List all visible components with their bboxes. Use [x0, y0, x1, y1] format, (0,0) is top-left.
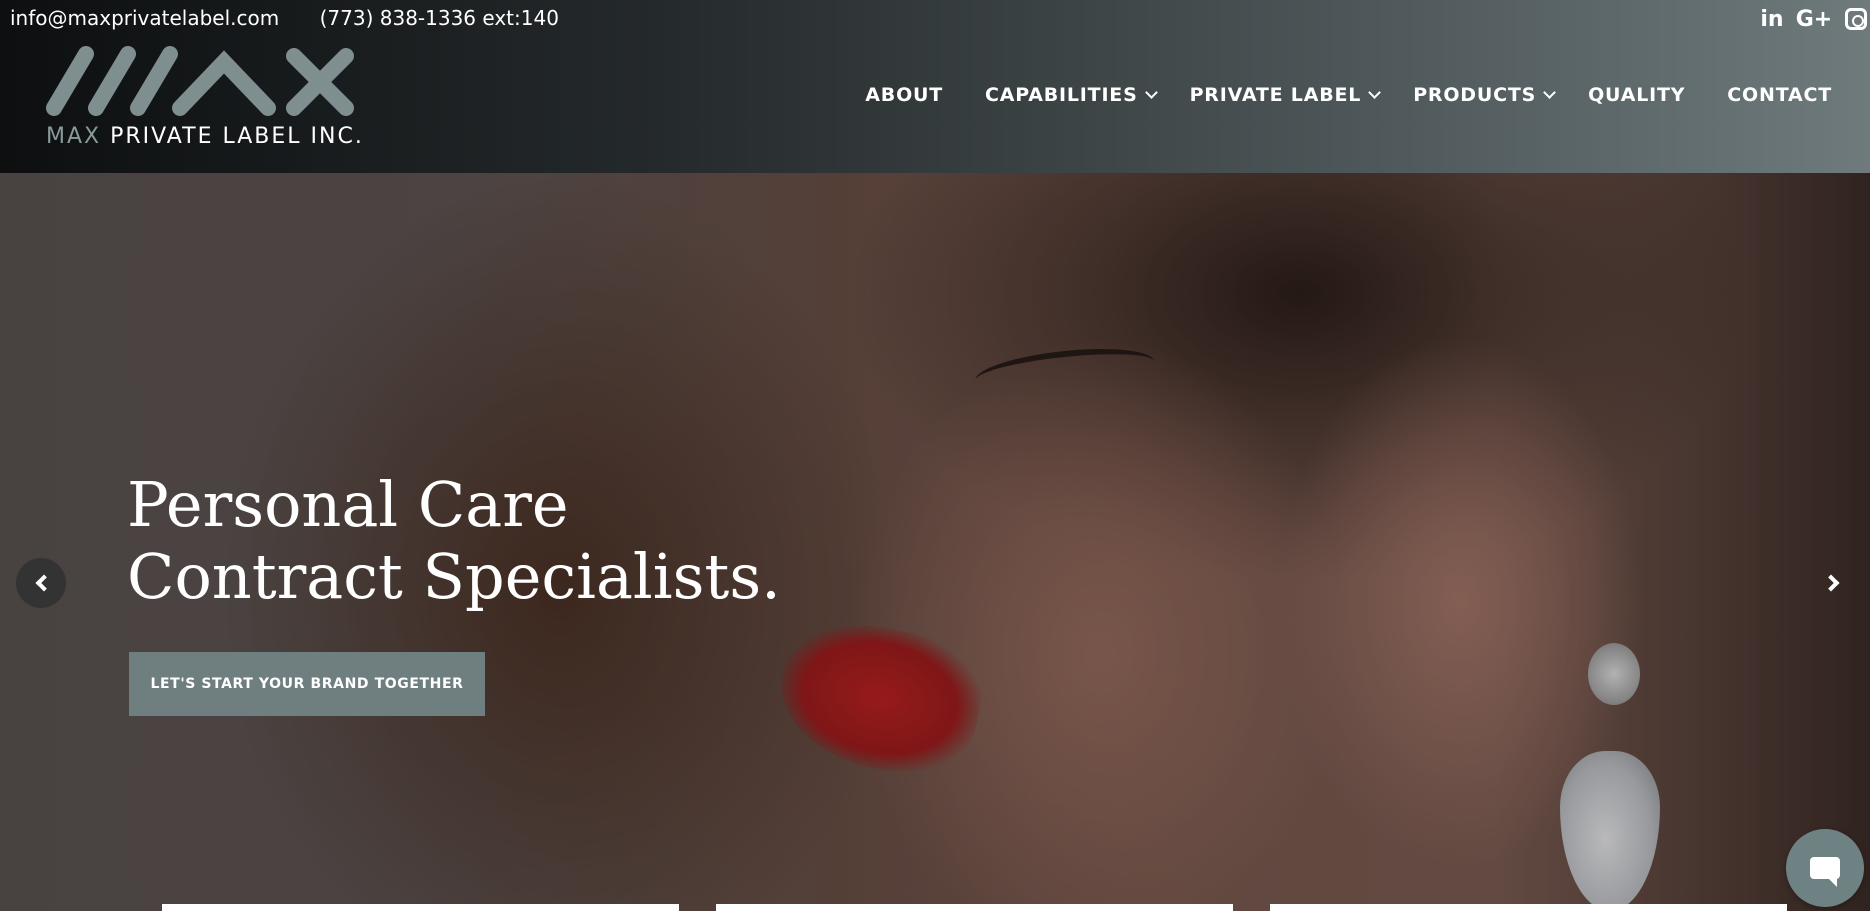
nav-private-label[interactable]: PRIVATE LABEL: [1189, 84, 1382, 106]
nav-private-label-label: PRIVATE LABEL: [1189, 84, 1362, 106]
chevron-right-icon: [1822, 574, 1840, 592]
google-plus-icon[interactable]: G+: [1796, 5, 1833, 33]
hero-headline-line-2: Contract Specialists.: [127, 540, 781, 613]
nav-products-label: PRODUCTS: [1413, 84, 1537, 106]
nav-contact[interactable]: CONTACT: [1727, 84, 1832, 106]
instagram-icon[interactable]: [1842, 5, 1870, 33]
hero-headline-line-1: Personal Care: [127, 468, 569, 541]
start-brand-button[interactable]: LET'S START YOUR BRAND TOGETHER: [129, 652, 485, 716]
slider-next-button[interactable]: [1818, 563, 1848, 603]
nav-quality[interactable]: QUALITY: [1588, 84, 1685, 106]
hero-headline: Personal Care Contract Specialists.: [127, 469, 781, 613]
social-links: in G+: [1758, 5, 1870, 33]
feature-cards-strip: [0, 904, 1870, 911]
logo-company-name: PRIVATE LABEL INC.: [110, 124, 364, 149]
nav-quality-label: QUALITY: [1588, 84, 1686, 106]
logo-brand-word: MAX: [46, 124, 102, 149]
hero-slider: Personal Care Contract Specialists. LET'…: [0, 173, 1870, 911]
nav-about[interactable]: ABOUT: [865, 84, 943, 106]
nav-products[interactable]: PRODUCTS: [1413, 84, 1556, 106]
phone-link[interactable]: (773) 838-1336 ext:140: [320, 6, 559, 30]
nav-contact-label: CONTACT: [1727, 84, 1832, 106]
contact-bar: info@maxprivatelabel.com (773) 838-1336 …: [10, 6, 593, 30]
logo[interactable]: MAX PRIVATE LABEL INC.: [46, 46, 362, 156]
email-link[interactable]: info@maxprivatelabel.com: [10, 6, 279, 30]
nav-about-label: ABOUT: [865, 84, 944, 106]
chat-bubble-icon: [1810, 857, 1840, 887]
logo-mark-icon: [46, 46, 354, 116]
linkedin-icon[interactable]: in: [1758, 5, 1786, 33]
chevron-down-icon: [1543, 85, 1556, 99]
chevron-down-icon: [1144, 85, 1158, 99]
nav-capabilities[interactable]: CAPABILITIES: [985, 84, 1158, 106]
slider-prev-button[interactable]: [16, 558, 66, 608]
nav-capabilities-label: CAPABILITIES: [985, 84, 1138, 106]
main-nav: ABOUT CAPABILITIES PRIVATE LABEL PRODUCT…: [823, 84, 1832, 106]
feature-card[interactable]: [1270, 904, 1787, 911]
feature-card[interactable]: [162, 904, 679, 911]
site-header: info@maxprivatelabel.com (773) 838-1336 …: [0, 0, 1870, 173]
chevron-down-icon: [1368, 85, 1382, 99]
feature-card[interactable]: [716, 904, 1233, 911]
chat-button[interactable]: [1786, 829, 1864, 907]
logo-wordmark: MAX PRIVATE LABEL INC.: [46, 124, 364, 149]
chevron-left-icon: [35, 574, 52, 592]
